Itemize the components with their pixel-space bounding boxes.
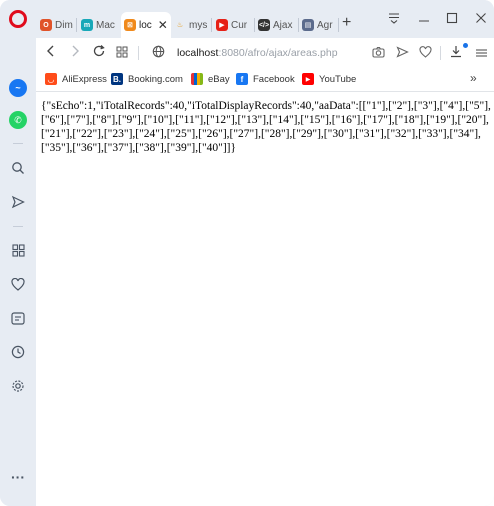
json-response-text: {"sEcho":1,"iTotalRecords":40,"iTotalDis… — [41, 100, 491, 154]
bookmark-booking[interactable]: B. Booking.com — [111, 73, 183, 85]
bookmark-ebay[interactable]: eBay — [191, 73, 230, 85]
back-icon[interactable] — [45, 44, 57, 62]
tab-mysql[interactable]: ♨ mys — [174, 13, 209, 37]
tab-separator — [254, 18, 255, 32]
doc-icon: ▤ — [302, 19, 314, 31]
code-icon: </> — [258, 19, 270, 31]
downloads-icon[interactable] — [450, 44, 462, 62]
sidebar-divider — [13, 143, 23, 144]
localhost-orange-icon: ⊠ — [124, 19, 136, 31]
speed-dial-icon[interactable] — [9, 241, 27, 259]
reload-icon[interactable] — [92, 44, 106, 62]
send-icon[interactable] — [9, 193, 27, 211]
tab-label: Ajax — [273, 19, 293, 31]
tab-separator — [338, 18, 339, 32]
opera-red-icon: O — [40, 19, 52, 31]
bookmark-facebook[interactable]: f Facebook — [236, 73, 295, 85]
tab-label: loc — [139, 19, 152, 31]
aliexpress-icon: ◡ — [45, 73, 57, 85]
snapshot-camera-icon[interactable] — [372, 44, 385, 62]
tab-label: Dim — [55, 19, 73, 31]
tab-menu-icon[interactable] — [388, 12, 400, 27]
bookmark-label: YouTube — [319, 73, 357, 85]
mysql-icon: ♨ — [176, 22, 184, 29]
tab-strip: O Dim m Mac ⊠ loc ✕ ♨ mys ▶ Cur </> Ajax… — [36, 0, 494, 38]
booking-icon: B. — [111, 73, 123, 85]
ebay-icon — [191, 73, 203, 85]
settings-gear-icon[interactable] — [9, 377, 27, 395]
tab-dim[interactable]: O Dim — [40, 13, 74, 37]
tab-label: Agr — [317, 19, 333, 31]
new-tab-button[interactable]: + — [342, 14, 351, 32]
url-path: :8080/afro/ajax/areas.php — [218, 47, 338, 59]
sidebar-divider — [13, 226, 23, 227]
download-badge — [463, 43, 468, 48]
tab-localhost-active[interactable]: ⊠ loc ✕ — [121, 12, 171, 38]
bookmark-label: Booking.com — [128, 73, 183, 85]
tab-ajax[interactable]: </> Ajax — [258, 13, 296, 37]
bookmark-youtube[interactable]: ▶ YouTube — [302, 73, 356, 85]
opera-logo-icon[interactable] — [9, 10, 27, 28]
address-bar[interactable]: localhost:8080/afro/ajax/areas.php — [177, 47, 338, 59]
bookmark-aliexpress[interactable]: ◡ AliExpress — [45, 73, 107, 85]
tab-overview-icon[interactable] — [116, 44, 128, 62]
history-icon[interactable] — [9, 343, 27, 361]
sidebar: ~ ✆ ··· — [0, 0, 36, 506]
facebook-icon: f — [236, 73, 248, 85]
mac-teal-icon: m — [81, 19, 93, 31]
send-to-flow-icon[interactable] — [396, 44, 409, 62]
heart-icon[interactable] — [9, 275, 27, 293]
messenger-icon[interactable]: ~ — [9, 79, 27, 97]
youtube-icon: ▶ — [302, 73, 314, 85]
toolbar-divider — [138, 46, 139, 60]
bookmark-label: AliExpress — [62, 73, 107, 85]
browser-window: ~ ✆ ··· O Dim m Mac ⊠ loc ✕ ♨ mys ▶ Cur … — [0, 0, 494, 506]
youtube-icon: ▶ — [216, 19, 228, 31]
easy-setup-menu-icon[interactable] — [476, 44, 487, 62]
tab-separator — [211, 18, 212, 32]
more-options-icon[interactable]: ··· — [9, 468, 27, 486]
page-content: {"sEcho":1,"iTotalRecords":40,"iTotalDis… — [36, 92, 494, 506]
minimize-icon[interactable] — [418, 12, 430, 27]
tab-label: mys — [189, 19, 208, 31]
close-tab-icon[interactable]: ✕ — [158, 18, 168, 32]
tab-separator — [298, 18, 299, 32]
tab-label: Mac — [96, 19, 115, 31]
tab-mac[interactable]: m Mac — [81, 13, 119, 37]
maximize-icon[interactable] — [446, 12, 458, 27]
bookmark-label: eBay — [208, 73, 230, 85]
notes-icon[interactable] — [9, 309, 27, 327]
bookmark-label: Facebook — [253, 73, 295, 85]
forward-icon[interactable] — [69, 44, 81, 62]
address-toolbar: localhost:8080/afro/ajax/areas.php — [36, 38, 494, 68]
toolbar-divider — [440, 46, 441, 60]
url-host: localhost — [177, 47, 219, 59]
bookmarks-more-button[interactable]: » — [470, 71, 477, 85]
bookmarks-bar: ◡ AliExpress B. Booking.com eBay f Faceb… — [36, 68, 494, 92]
tab-label: Cur — [231, 19, 248, 31]
site-info-globe-icon[interactable] — [152, 44, 165, 62]
search-icon[interactable] — [9, 159, 27, 177]
close-window-icon[interactable] — [475, 12, 487, 27]
tab-separator — [76, 18, 77, 32]
tab-cur[interactable]: ▶ Cur — [216, 13, 252, 37]
tab-agr[interactable]: ▤ Agr — [302, 13, 336, 37]
whatsapp-icon[interactable]: ✆ — [9, 111, 27, 129]
bookmark-heart-icon[interactable] — [419, 44, 432, 62]
